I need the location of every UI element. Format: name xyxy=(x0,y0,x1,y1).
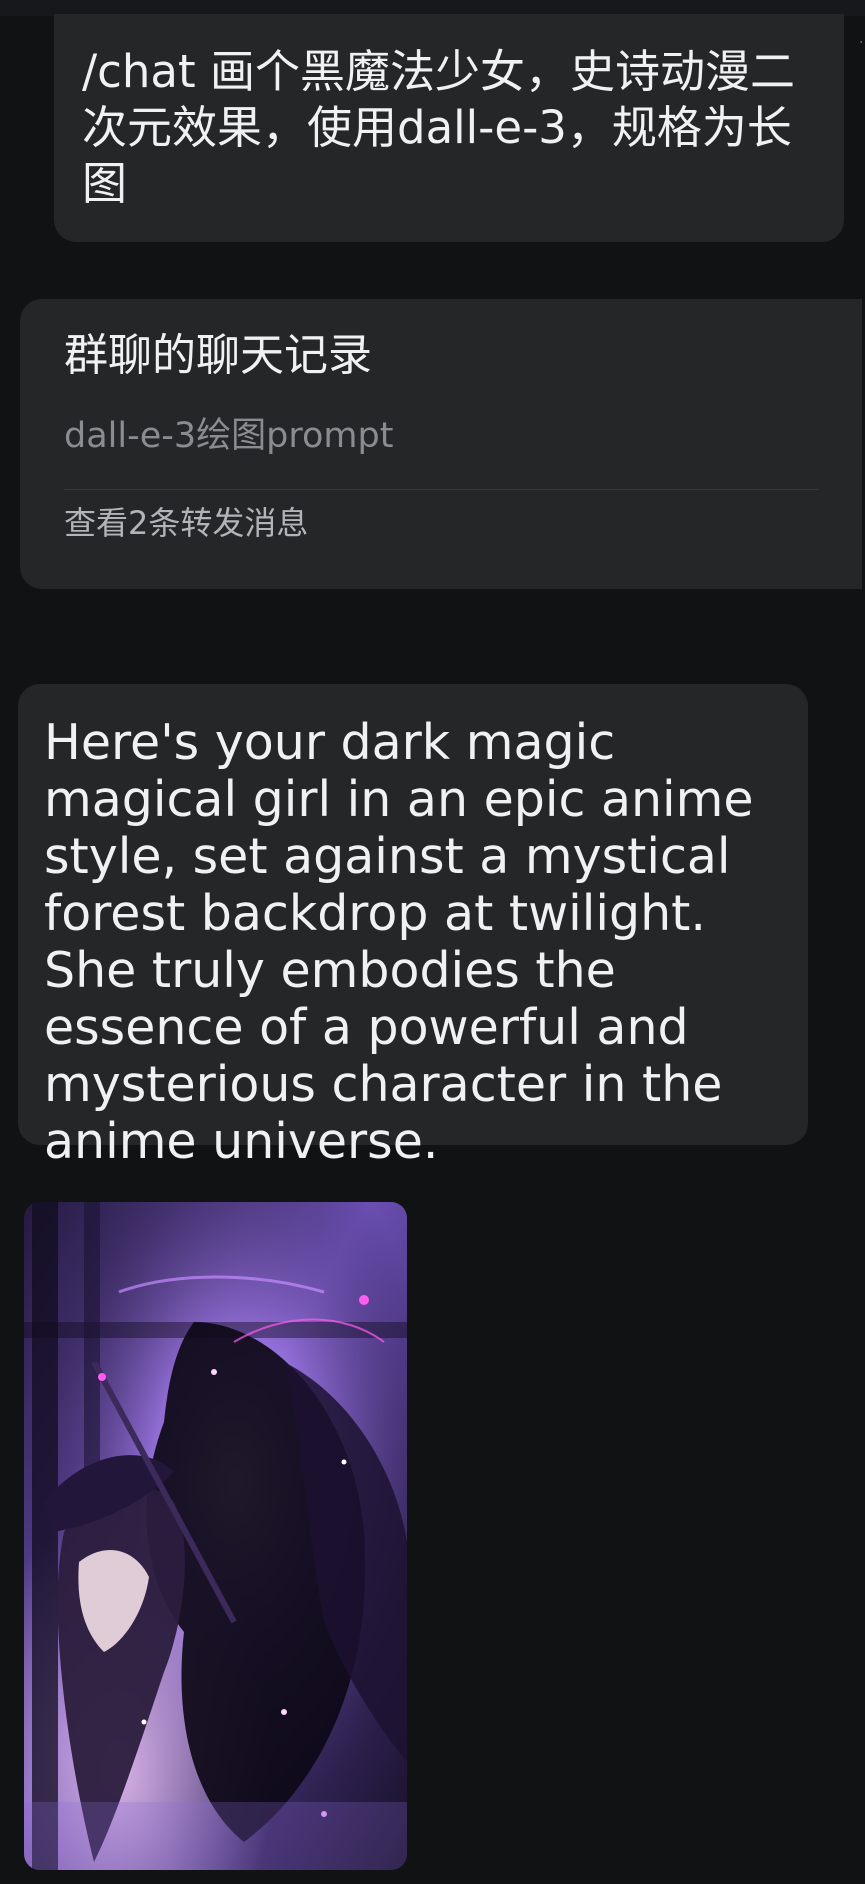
forwarded-chat-record-card[interactable]: 群聊的聊天记录 dall-e-3绘图prompt 查看2条转发消息 xyxy=(20,299,862,589)
bot-reply-text: Here's your dark magic magical girl in a… xyxy=(44,714,754,1170)
command-message-text: /chat 画个黑魔法少女，史诗动漫二次元效果，使用dall-e-3，规格为长图 xyxy=(82,45,795,210)
generated-image-message[interactable] xyxy=(24,1202,407,1870)
anime-image-icon xyxy=(24,1202,407,1870)
bot-reply-bubble[interactable]: Here's your dark magic magical girl in a… xyxy=(18,684,808,1170)
forwarded-record-divider xyxy=(64,489,818,490)
command-message-bubble[interactable]: /chat 画个黑魔法少女，史诗动漫二次元效果，使用dall-e-3，规格为长图 xyxy=(54,14,844,242)
view-forwarded-messages-link[interactable]: 查看2条转发消息 xyxy=(64,503,818,543)
forwarded-record-preview: dall-e-3绘图prompt xyxy=(64,416,394,456)
edge-indicator: · xyxy=(859,36,864,50)
forwarded-record-title: 群聊的聊天记录 xyxy=(64,330,372,381)
